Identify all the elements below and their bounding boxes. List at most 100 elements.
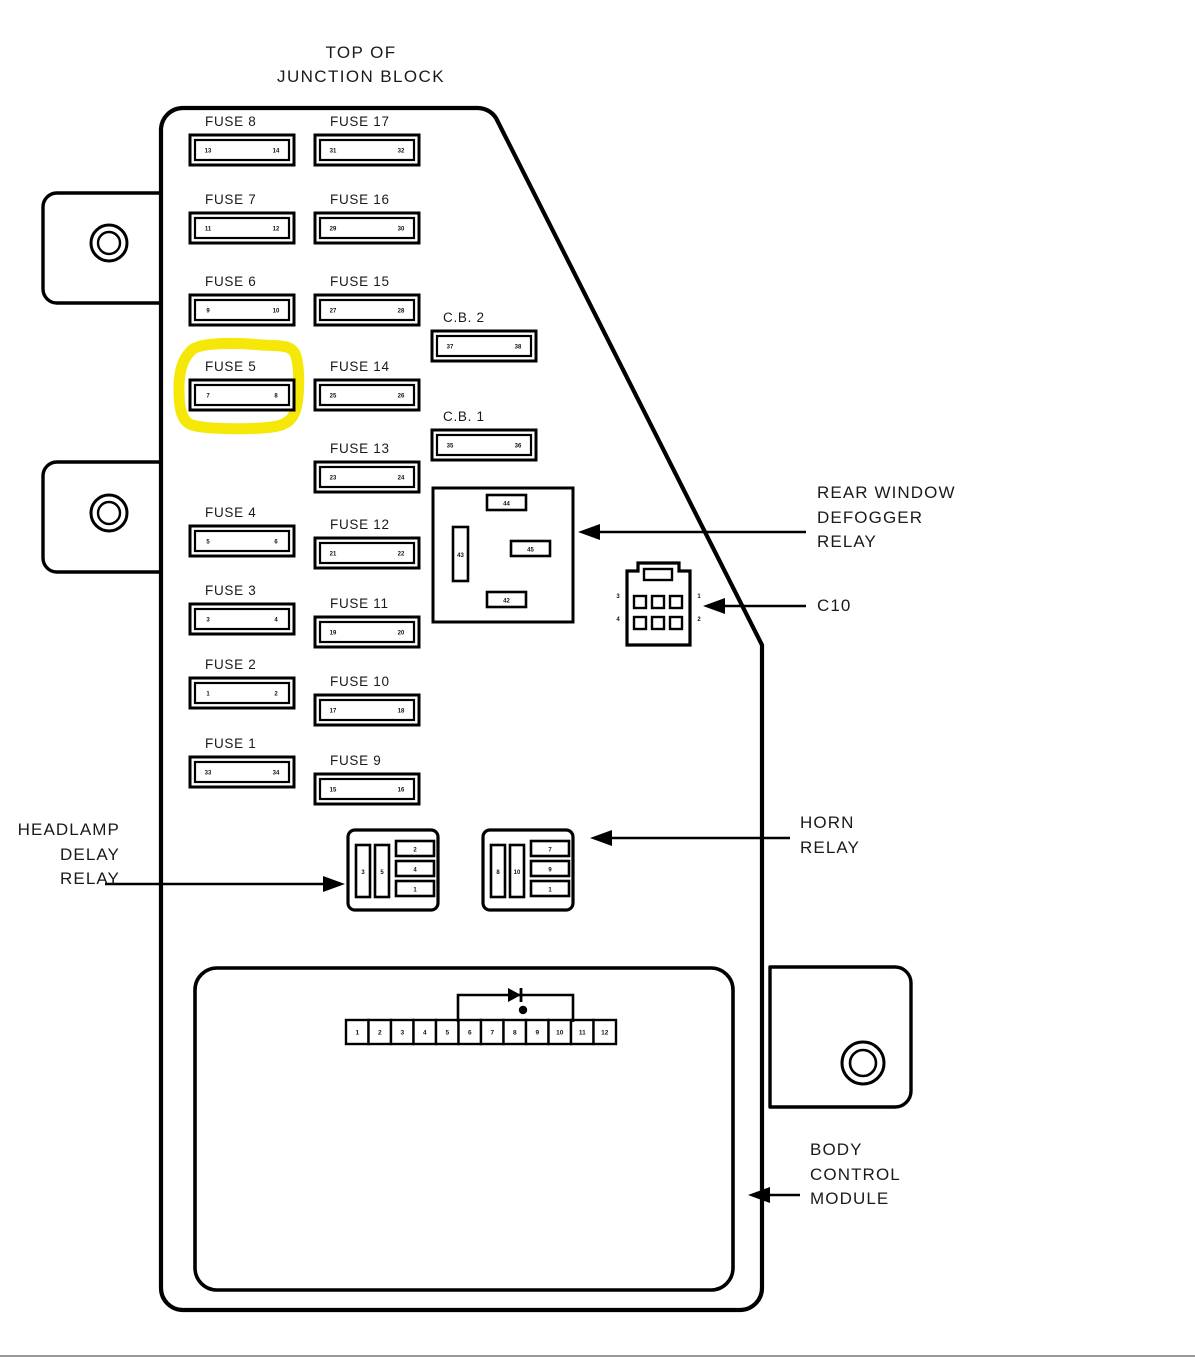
fuse-label: FUSE 13 <box>330 441 390 456</box>
svg-text:10: 10 <box>273 309 280 315</box>
svg-text:15: 15 <box>330 788 337 794</box>
fuse-fuse-8[interactable]: 13 14 <box>188 133 296 167</box>
body-control-module[interactable]: 1 2 3 4 5 6 7 8 9 10 11 12 <box>193 966 735 1292</box>
svg-text:30: 30 <box>398 227 405 233</box>
headlamp-delay-relay[interactable]: 3 5 2 4 1 <box>346 828 440 912</box>
defogger-relay-pin-42: 42 <box>485 590 528 609</box>
svg-text:27: 27 <box>330 309 337 315</box>
circuit-breaker-label: C.B. 1 <box>443 409 485 424</box>
fuse-fuse-16[interactable]: 29 30 <box>313 211 421 245</box>
svg-text:24: 24 <box>398 476 405 482</box>
svg-text:1: 1 <box>355 1030 359 1037</box>
svg-text:32: 32 <box>398 149 405 155</box>
bcm-pin-1: 1 <box>344 1018 370 1046</box>
page-title-line-2: JUNCTION BLOCK <box>277 67 445 86</box>
svg-text:29: 29 <box>330 227 337 233</box>
fuse-fuse-13[interactable]: 23 24 <box>313 460 421 494</box>
mounting-tab-right <box>768 965 913 1109</box>
bcm-pin-12: 12 <box>592 1018 618 1046</box>
svg-text:21: 21 <box>330 552 337 558</box>
mounting-tab-lower-left <box>41 460 177 574</box>
fuse-label: FUSE 1 <box>205 736 257 751</box>
svg-text:31: 31 <box>330 149 337 155</box>
defogger-relay-pin-43: 43 <box>451 525 470 583</box>
bcm-pin-10: 10 <box>547 1018 573 1046</box>
bcm-pin-5: 5 <box>434 1018 460 1046</box>
callout-headlamp-delay-relay: HEADLAMP DELAY RELAY <box>17 820 120 889</box>
svg-text:9: 9 <box>535 1030 539 1037</box>
svg-text:44: 44 <box>503 502 510 508</box>
svg-text:34: 34 <box>273 771 280 777</box>
svg-text:6: 6 <box>468 1030 472 1037</box>
svg-text:3: 3 <box>400 1030 404 1037</box>
circuit-breaker-label: C.B. 2 <box>443 310 485 325</box>
bcm-pin-2: 2 <box>367 1018 393 1046</box>
rear-window-defogger-relay[interactable]: 44 43 45 42 <box>431 486 575 624</box>
fuse-fuse-15[interactable]: 27 28 <box>313 293 421 327</box>
fuse-fuse-3[interactable]: 34 <box>188 602 296 636</box>
bcm-pin-8: 8 <box>502 1018 528 1046</box>
svg-text:19: 19 <box>330 631 337 637</box>
bcm-pin-3: 3 <box>389 1018 415 1046</box>
svg-text:5: 5 <box>445 1030 449 1037</box>
svg-text:18: 18 <box>398 709 405 715</box>
svg-text:22: 22 <box>398 552 405 558</box>
fuse-fuse-5[interactable]: 78 <box>188 378 296 412</box>
horn-relay[interactable]: 8 10 7 9 1 <box>481 828 575 912</box>
svg-text:11: 11 <box>205 227 212 233</box>
svg-text:17: 17 <box>330 709 337 715</box>
fuse-label: FUSE 12 <box>330 517 390 532</box>
svg-text:43: 43 <box>457 553 464 559</box>
callout-body-control-module: BODY CONTROL MODULE <box>810 1140 901 1209</box>
fuse-fuse-14[interactable]: 25 26 <box>313 378 421 412</box>
callout-c10: C10 <box>817 596 852 615</box>
fuse-label: FUSE 8 <box>205 114 257 129</box>
fuse-label: FUSE 14 <box>330 359 390 374</box>
fuse-label: FUSE 4 <box>205 505 257 520</box>
fuse-fuse-4[interactable]: 56 <box>188 524 296 558</box>
fuse-fuse-2[interactable]: 12 <box>188 676 296 710</box>
bcm-pin-4: 4 <box>412 1018 438 1046</box>
fuse-fuse-10[interactable]: 17 18 <box>313 693 421 727</box>
bcm-connector[interactable]: 1 2 3 4 5 6 7 8 9 10 11 12 <box>344 1018 618 1046</box>
fuse-fuse-7[interactable]: 11 12 <box>188 211 296 245</box>
bcm-pin-6: 6 <box>457 1018 483 1046</box>
fuse-fuse-17[interactable]: 31 32 <box>313 133 421 167</box>
fuse-label: FUSE 10 <box>330 674 390 689</box>
bcm-pin-11: 11 <box>569 1018 595 1046</box>
svg-text:10: 10 <box>514 870 521 876</box>
callout-rear-window-defogger-relay: REAR WINDOW DEFOGGER RELAY <box>817 483 956 552</box>
fuse-label: FUSE 6 <box>205 274 257 289</box>
svg-text:42: 42 <box>503 599 510 605</box>
c10-connector[interactable]: 3 1 4 2 <box>616 561 701 647</box>
svg-text:14: 14 <box>273 149 280 155</box>
svg-text:33: 33 <box>205 771 212 777</box>
fuse-fuse-12[interactable]: 21 22 <box>313 536 421 570</box>
svg-text:45: 45 <box>527 548 534 554</box>
mounting-tab-upper-left <box>41 191 177 305</box>
defogger-relay-pin-45: 45 <box>509 539 552 558</box>
fuse-label: FUSE 2 <box>205 657 257 672</box>
svg-text:11: 11 <box>579 1030 586 1037</box>
svg-text:37: 37 <box>447 345 454 351</box>
svg-text:36: 36 <box>515 444 522 450</box>
circuit-breaker-c-b-1[interactable]: 35 36 <box>430 428 538 462</box>
svg-text:12: 12 <box>273 227 280 233</box>
fuse-label: FUSE 17 <box>330 114 390 129</box>
fuse-label: FUSE 15 <box>330 274 390 289</box>
svg-text:23: 23 <box>330 476 337 482</box>
bcm-pin-7: 7 <box>479 1018 505 1046</box>
circuit-breaker-c-b-2[interactable]: 37 38 <box>430 329 538 363</box>
page-bottom-rule <box>0 1355 1195 1357</box>
fuse-fuse-9[interactable]: 15 16 <box>313 772 421 806</box>
fuse-fuse-6[interactable]: 9 10 <box>188 293 296 327</box>
svg-text:12: 12 <box>601 1030 609 1037</box>
fuse-label: FUSE 16 <box>330 192 390 207</box>
fuse-fuse-1[interactable]: 33 34 <box>188 755 296 789</box>
svg-text:7: 7 <box>490 1030 494 1037</box>
svg-text:8: 8 <box>513 1030 517 1037</box>
fuse-label: FUSE 7 <box>205 192 257 207</box>
svg-text:25: 25 <box>330 394 337 400</box>
svg-text:35: 35 <box>447 444 454 450</box>
fuse-fuse-11[interactable]: 19 20 <box>313 615 421 649</box>
